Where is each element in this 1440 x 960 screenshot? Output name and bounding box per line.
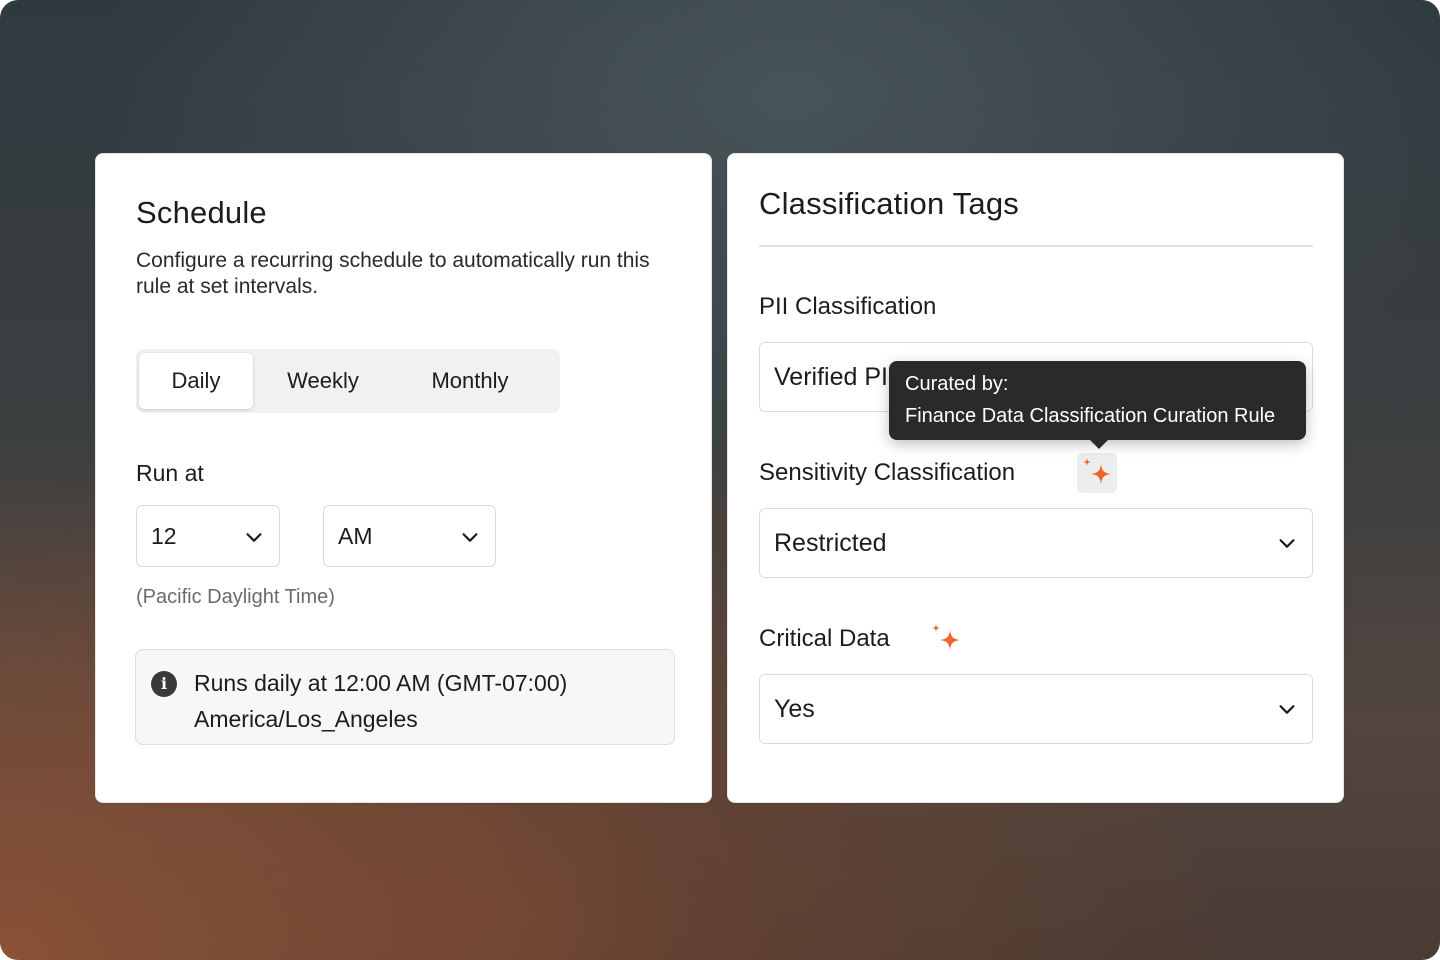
schedule-description: Configure a recurring schedule to automa… xyxy=(136,249,650,298)
chevron-down-icon xyxy=(1279,539,1295,548)
frequency-segmented-control: Daily Weekly Monthly xyxy=(136,349,560,413)
schedule-card: Schedule Configure a recurring schedule … xyxy=(95,153,712,803)
schedule-summary: i Runs daily at 12:00 AM (GMT-07:00) Ame… xyxy=(135,649,675,745)
info-icon: i xyxy=(151,671,177,697)
chevron-down-icon xyxy=(246,533,262,542)
summary-line-1: Runs daily at 12:00 AM (GMT-07:00) xyxy=(194,670,568,696)
hour-value: 12 xyxy=(151,523,177,549)
tooltip-arrow xyxy=(1089,439,1109,449)
tooltip-rule-name: Finance Data Classification Curation Rul… xyxy=(905,405,1276,427)
sensitivity-select[interactable]: Restricted xyxy=(759,508,1313,578)
sensitivity-value: Restricted xyxy=(774,529,887,557)
summary-line-2: America/Los_Angeles xyxy=(194,706,418,732)
schedule-summary-text: Runs daily at 12:00 AM (GMT-07:00) Ameri… xyxy=(194,665,664,737)
tab-weekly[interactable]: Weekly xyxy=(263,353,383,409)
hour-select[interactable]: 12 xyxy=(136,505,280,567)
sparkle-icon[interactable] xyxy=(1079,455,1117,493)
divider xyxy=(759,245,1313,247)
meridiem-select[interactable]: AM xyxy=(323,505,496,567)
critical-data-label: Critical Data xyxy=(759,625,890,652)
critical-data-select[interactable]: Yes xyxy=(759,674,1313,744)
tab-monthly[interactable]: Monthly xyxy=(402,353,538,409)
schedule-title: Schedule xyxy=(136,195,267,230)
tab-daily[interactable]: Daily xyxy=(139,353,253,409)
meridiem-value: AM xyxy=(338,523,373,549)
curation-tooltip: Curated by: Finance Data Classification … xyxy=(889,361,1306,449)
timezone-hint: (Pacific Daylight Time) xyxy=(136,586,335,608)
chevron-down-icon xyxy=(462,533,478,542)
classification-card: Classification Tags PII Classification V… xyxy=(727,153,1344,803)
run-at-label: Run at xyxy=(136,460,204,486)
sparkle-icon[interactable] xyxy=(928,621,966,659)
sensitivity-label: Sensitivity Classification xyxy=(759,459,1016,486)
critical-data-value: Yes xyxy=(774,695,815,723)
background: Schedule Configure a recurring schedule … xyxy=(0,0,1440,960)
chevron-down-icon xyxy=(1279,705,1295,714)
tooltip-heading: Curated by: xyxy=(905,373,1009,395)
classification-title: Classification Tags xyxy=(759,186,1019,221)
pii-value: Verified PII xyxy=(774,363,895,391)
pii-label: PII Classification xyxy=(759,293,937,320)
